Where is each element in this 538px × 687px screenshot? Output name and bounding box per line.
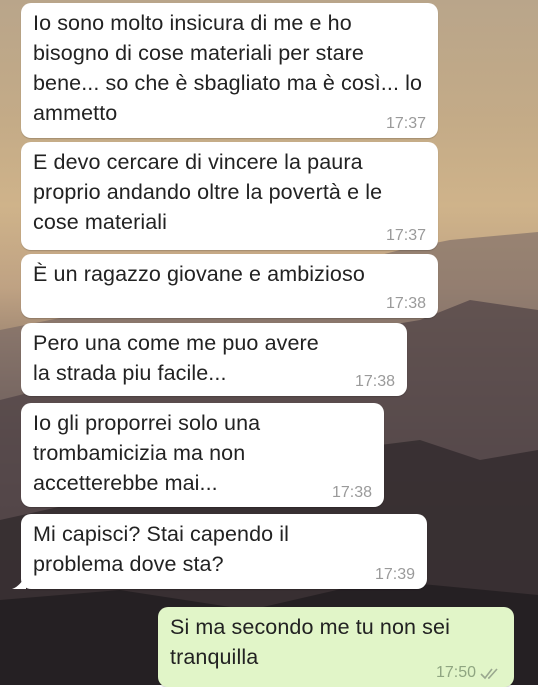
message-timestamp: 17:50	[435, 664, 476, 681]
message-bubble[interactable]: Io gli proporrei solo una trombamicizia …	[21, 403, 384, 507]
message-bubble[interactable]: E devo cercare di vincere la paura propr…	[21, 142, 438, 250]
message-text: Si ma secondo me tu non sei tranquilla	[170, 615, 450, 669]
message-bubble[interactable]: Pero una come me puo avere la strada piu…	[21, 323, 407, 396]
message-timestamp: 17:38	[354, 373, 395, 390]
message-timestamp: 17:39	[374, 566, 415, 583]
message-bubble[interactable]: È un ragazzo giovane e ambizioso 17:38	[21, 254, 438, 318]
message-text: Mi capisci? Stai capendo il problema dov…	[33, 522, 290, 576]
message-timestamp: 17:37	[385, 115, 426, 132]
message-timestamp: 17:37	[385, 227, 426, 244]
double-check-icon	[480, 668, 498, 680]
outgoing-message-bubble[interactable]: Si ma secondo me tu non sei tranquilla 1…	[158, 607, 514, 687]
message-bubble[interactable]: Mi capisci? Stai capendo il problema dov…	[12, 514, 427, 589]
message-text: Pero una come me puo avere la strada piu…	[33, 331, 319, 385]
message-text: E devo cercare di vincere la paura propr…	[33, 150, 383, 234]
bubble-tail	[12, 575, 26, 589]
message-timestamp: 17:38	[385, 295, 426, 312]
message-bubble[interactable]: Io sono molto insicura di me e ho bisogn…	[21, 3, 438, 138]
message-text: È un ragazzo giovane e ambizioso	[33, 262, 365, 286]
message-text: Io gli proporrei solo una trombamicizia …	[33, 411, 261, 495]
message-text: Io sono molto insicura di me e ho bisogn…	[33, 11, 423, 125]
message-timestamp: 17:38	[331, 484, 372, 501]
